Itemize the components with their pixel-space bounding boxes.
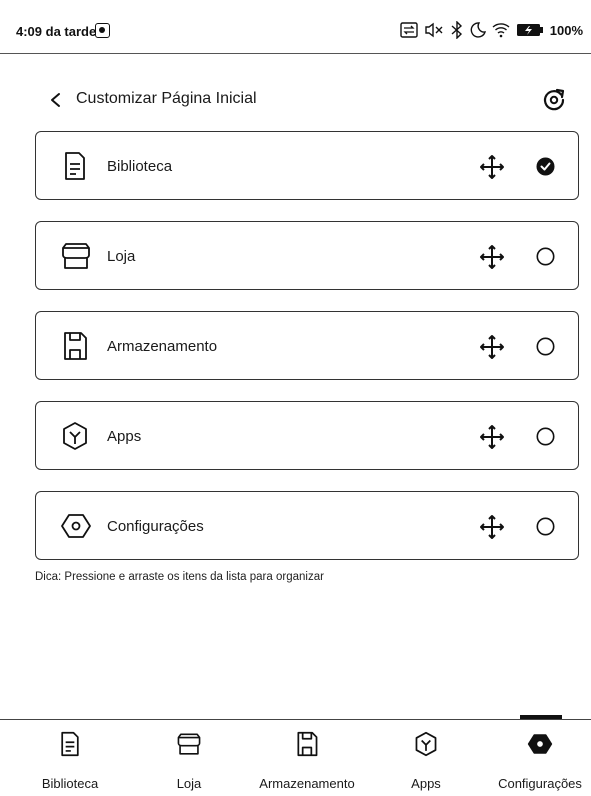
library-icon — [61, 731, 79, 757]
library-icon — [60, 150, 90, 182]
check-circle-icon — [536, 157, 555, 176]
move-icon — [480, 155, 504, 179]
select-radio[interactable] — [536, 517, 555, 536]
drag-handle[interactable] — [479, 514, 505, 540]
circle-icon — [536, 337, 555, 356]
settings-icon — [60, 510, 91, 542]
drag-handle[interactable] — [479, 244, 505, 270]
nav-item-loja[interactable]: Loja — [157, 720, 221, 796]
nav-item-armazenamento[interactable]: Armazenamento — [250, 720, 364, 796]
circle-icon — [536, 517, 555, 536]
list-item-biblioteca[interactable]: Biblioteca — [35, 131, 579, 200]
nav-item-apps[interactable]: Apps — [396, 720, 456, 796]
circle-icon — [536, 427, 555, 446]
nav-item-configuracoes[interactable]: Configurações — [489, 720, 591, 796]
list-item-apps[interactable]: Apps — [35, 401, 579, 470]
list-item-label: Biblioteca — [107, 158, 173, 175]
list-item-loja[interactable]: Loja — [35, 221, 579, 290]
list-item-label: Armazenamento — [107, 338, 218, 355]
nav-label: Configurações — [498, 776, 582, 791]
move-icon — [480, 335, 504, 359]
list-item-label: Configurações — [107, 518, 204, 535]
screen-sync-icon — [400, 22, 418, 38]
circle-icon — [536, 247, 555, 266]
moon-icon — [470, 22, 486, 38]
move-icon — [480, 515, 504, 539]
back-button[interactable] — [46, 88, 66, 112]
status-time: 4:09 da tarde — [16, 24, 97, 39]
bottom-nav: Biblioteca Loja Armazenamento Apps Confi… — [0, 715, 591, 796]
list-item-configuracoes[interactable]: Configurações — [35, 491, 579, 560]
store-icon — [177, 733, 201, 755]
bluetooth-icon — [451, 21, 462, 39]
wifi-icon — [492, 23, 510, 38]
status-icons: 100% — [400, 21, 583, 39]
reset-button[interactable] — [541, 87, 567, 113]
select-radio[interactable] — [536, 337, 555, 356]
storage-icon — [60, 330, 90, 362]
reset-icon — [543, 88, 565, 111]
storage-icon — [297, 731, 318, 757]
apps-icon — [60, 420, 90, 452]
page-header: Customizar Página Inicial — [0, 80, 591, 120]
select-radio[interactable] — [536, 427, 555, 446]
drag-handle[interactable] — [479, 424, 505, 450]
apps-icon — [415, 731, 437, 757]
status-bar: 4:09 da tarde 100% — [0, 0, 591, 54]
settings-icon — [527, 734, 553, 754]
selected-checkbox[interactable] — [536, 157, 555, 176]
nav-label: Apps — [411, 776, 441, 791]
nav-label: Biblioteca — [41, 776, 99, 791]
select-radio[interactable] — [536, 247, 555, 266]
app-indicator-icon — [95, 23, 110, 38]
battery-percent: 100% — [549, 22, 583, 38]
drag-handle[interactable] — [479, 154, 505, 180]
drag-handle[interactable] — [479, 334, 505, 360]
nav-label: Loja — [176, 776, 202, 791]
battery-icon — [516, 24, 543, 36]
store-icon — [60, 240, 90, 272]
hint-text: Dica: Pressione e arraste os itens da li… — [35, 571, 324, 583]
chevron-left-icon — [51, 93, 60, 107]
nav-item-biblioteca[interactable]: Biblioteca — [28, 720, 112, 796]
active-indicator — [520, 715, 562, 719]
list-item-armazenamento[interactable]: Armazenamento — [35, 311, 579, 380]
mute-icon — [425, 22, 443, 38]
page-title: Customizar Página Inicial — [76, 90, 257, 107]
list-item-label: Apps — [107, 428, 142, 445]
list-item-label: Loja — [107, 248, 136, 265]
move-icon — [480, 245, 504, 269]
nav-label: Armazenamento — [259, 776, 355, 791]
move-icon — [480, 425, 504, 449]
